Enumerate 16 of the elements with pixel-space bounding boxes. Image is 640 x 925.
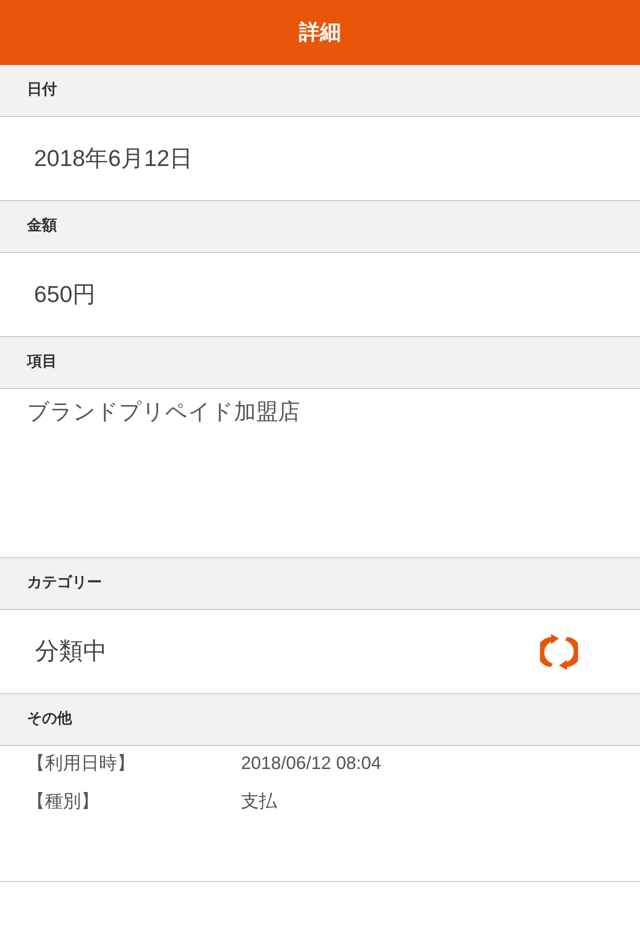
field-value: 650円: [34, 283, 96, 306]
section-label: その他: [27, 709, 72, 730]
refresh-button[interactable]: [540, 634, 578, 670]
refresh-icon: [540, 634, 578, 670]
field-value: 2018年6月12日: [34, 147, 193, 170]
section-label: 項目: [27, 352, 57, 372]
detail-value: 2018/06/12 08:04: [241, 754, 382, 772]
section-label: 金額: [27, 216, 57, 236]
detail-label: 【種別】: [27, 792, 100, 810]
section-label: 日付: [27, 80, 57, 100]
detail-label: 【利用日時】: [27, 754, 136, 772]
page-title: 詳細: [299, 22, 341, 43]
category-value: 分類中: [35, 640, 107, 664]
section-label: カテゴリー: [27, 573, 102, 594]
detail-value: 支払: [241, 792, 277, 810]
item-name: ブランドプリペイド加盟店: [27, 399, 300, 424]
